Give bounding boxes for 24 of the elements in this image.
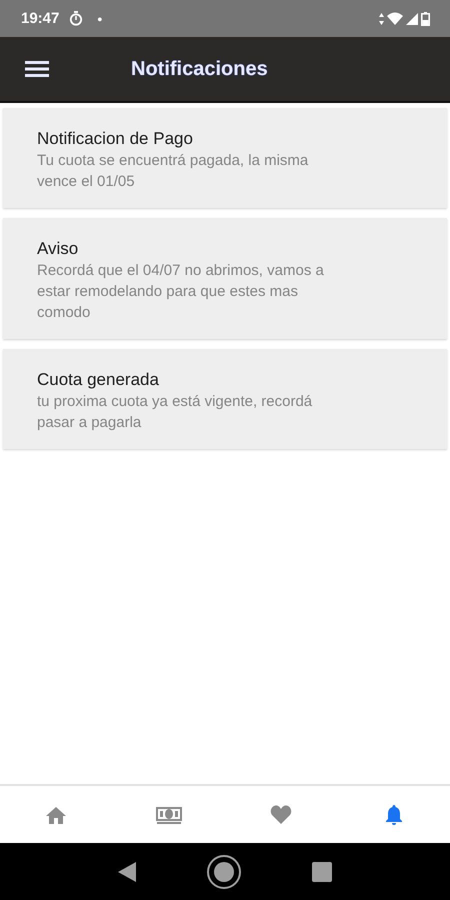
notification-title: Cuota generada xyxy=(37,369,160,391)
notification-dot: • xyxy=(97,10,102,26)
back-icon[interactable] xyxy=(118,862,136,882)
wifi-icon xyxy=(387,12,403,25)
notification-title: Aviso xyxy=(37,238,80,260)
signal-icon xyxy=(406,12,418,24)
screen-title: Notificaciones xyxy=(131,58,268,80)
timer-icon xyxy=(69,11,84,26)
notification-text: Recordá que el 04/07 no abrimos, vamos a estar remodelando para que estes mas comodo xyxy=(37,261,325,323)
battery-icon xyxy=(421,12,430,26)
notification-card[interactable]: Aviso Recordá que el 04/07 no abrimos, vamos a estar remodelando para que estes mas comodo xyxy=(3,218,447,339)
data-arrows-icon xyxy=(379,12,384,24)
banknote-icon[interactable] xyxy=(156,804,182,824)
notification-text: tu proxima cuota ya está vigente, recordá pasar a pagarla xyxy=(37,392,314,433)
notification-text: Tu cuota se encuentrá pagada, la misma vence el 01/05 xyxy=(37,151,310,192)
home-icon[interactable] xyxy=(45,804,68,824)
recents-icon[interactable] xyxy=(312,862,332,882)
notification-title: Notificacion de Pago xyxy=(37,128,194,150)
notification-card[interactable]: Notificacion de Pago Tu cuota se encuentrá pagada, la misma vence el 01/05 xyxy=(3,108,447,208)
heart-icon[interactable] xyxy=(270,804,292,825)
notification-card[interactable]: Cuota generada tu proxima cuota ya está vigente, recordá pasar a pagarla xyxy=(3,349,447,449)
home-button-icon[interactable] xyxy=(206,854,242,890)
menu-icon[interactable] xyxy=(25,60,49,78)
clock-time: 19:47 xyxy=(21,10,60,27)
